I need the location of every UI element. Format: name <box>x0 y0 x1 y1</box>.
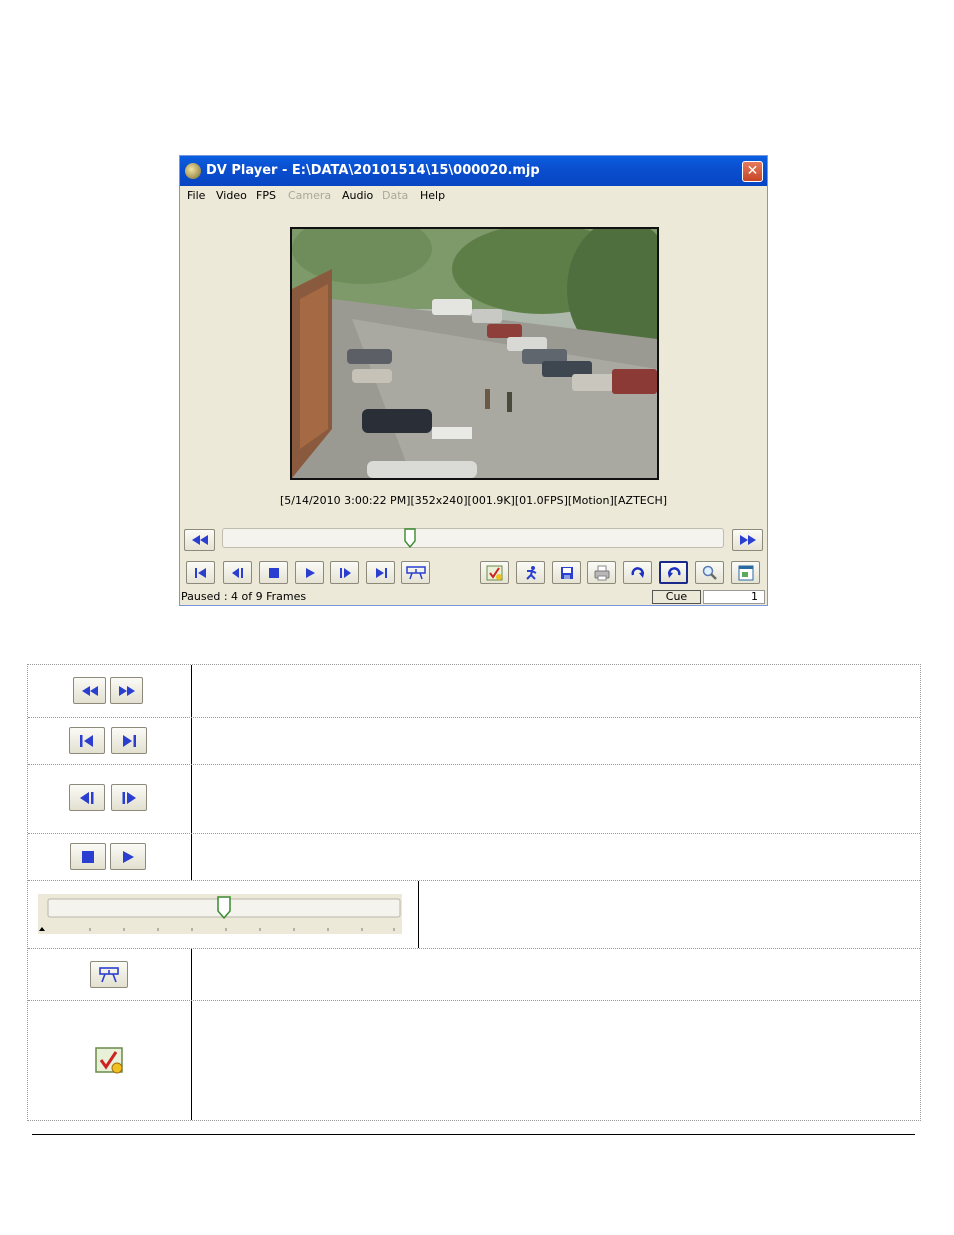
camera-select-icon <box>405 565 426 579</box>
fast-forward-icon <box>118 685 135 696</box>
step-forward-button[interactable] <box>330 561 359 584</box>
checklist-icon <box>95 1047 123 1074</box>
window-title: DV Player - E:\DATA\20101514\15\000020.m… <box>206 163 540 178</box>
slider-cell <box>28 881 419 948</box>
step-forward-icon <box>122 791 136 804</box>
table-row <box>28 948 920 1000</box>
rotate-clockwise-button[interactable] <box>623 561 652 584</box>
close-button[interactable]: ✕ <box>742 161 763 182</box>
last-frame-button <box>111 727 147 754</box>
cue-button[interactable]: Cue <box>652 590 701 604</box>
bottom-rule <box>32 1134 915 1135</box>
table-row <box>28 665 920 717</box>
menu-bar: File Video FPS Camera Audio Data Help <box>180 186 767 206</box>
fit-window-icon <box>738 565 753 580</box>
rotate-clockwise-icon <box>631 566 644 578</box>
rewind-button[interactable] <box>184 529 215 551</box>
seek-slider-illustration <box>38 894 402 934</box>
running-man-button[interactable] <box>516 561 545 584</box>
rotate-counterclockwise-icon <box>667 566 680 578</box>
first-frame-button <box>69 727 105 754</box>
step-back-button <box>69 784 105 811</box>
video-frame <box>290 227 659 480</box>
first-frame-button[interactable] <box>186 561 215 584</box>
camera-select-button <box>90 961 128 988</box>
rewind-icon <box>191 535 208 545</box>
rotate-counterclockwise-button[interactable] <box>659 561 688 584</box>
seek-thumb[interactable] <box>404 528 416 548</box>
step-forward-icon <box>339 567 351 578</box>
icon-cell <box>28 834 192 880</box>
last-frame-icon <box>123 734 136 747</box>
icon-cell <box>28 1001 192 1120</box>
save-button[interactable] <box>552 561 581 584</box>
camera-select-button[interactable] <box>401 561 430 584</box>
camera-select-icon <box>99 966 119 982</box>
status-bar: Paused : 4 of 9 Frames Cue 1 <box>180 589 767 605</box>
rewind-button <box>73 677 106 704</box>
fast-forward-button <box>110 677 143 704</box>
rewind-icon <box>81 685 98 696</box>
first-frame-icon <box>80 734 93 747</box>
menu-camera: Camera <box>288 189 332 202</box>
last-frame-button[interactable] <box>366 561 395 584</box>
status-text: Paused : 4 of 9 Frames <box>181 590 307 603</box>
cue-field[interactable]: 1 <box>703 590 765 604</box>
zoom-icon <box>702 565 717 580</box>
fast-forward-button[interactable] <box>732 529 763 551</box>
step-back-icon <box>80 791 94 804</box>
stop-button[interactable] <box>259 561 288 584</box>
last-frame-icon <box>375 567 387 578</box>
app-icon <box>185 163 201 179</box>
stop-button <box>70 843 106 870</box>
checklist-button <box>95 1047 125 1075</box>
menu-video[interactable]: Video <box>216 189 247 202</box>
menu-data: Data <box>382 189 409 202</box>
checklist-button[interactable] <box>480 561 509 584</box>
checklist-icon <box>486 565 502 580</box>
icon-cell <box>28 718 192 764</box>
table-row <box>28 1000 920 1120</box>
stop-icon <box>82 850 94 863</box>
stop-icon <box>268 567 279 578</box>
fit-window-button[interactable] <box>731 561 760 584</box>
zoom-button[interactable] <box>695 561 724 584</box>
fast-forward-icon <box>739 535 756 545</box>
play-icon <box>305 567 315 578</box>
step-forward-button <box>111 784 147 811</box>
menu-audio[interactable]: Audio <box>342 189 373 202</box>
step-back-icon <box>231 567 243 578</box>
icon-cell <box>28 665 192 717</box>
table-row <box>28 833 920 880</box>
play-button <box>110 843 146 870</box>
menu-fps[interactable]: FPS <box>256 189 276 202</box>
video-image <box>292 229 657 478</box>
seek-slider[interactable] <box>222 528 724 548</box>
play-button[interactable] <box>295 561 324 584</box>
icon-cell <box>28 765 192 833</box>
dv-player-window: DV Player - E:\DATA\20101514\15\000020.m… <box>179 155 768 606</box>
icon-cell <box>28 949 192 1000</box>
title-bar[interactable]: DV Player - E:\DATA\20101514\15\000020.m… <box>180 156 767 186</box>
running-man-icon <box>525 565 536 580</box>
step-back-button[interactable] <box>223 561 252 584</box>
print-icon <box>594 565 609 580</box>
menu-file[interactable]: File <box>187 189 205 202</box>
table-row <box>28 764 920 833</box>
print-button[interactable] <box>587 561 616 584</box>
save-icon <box>560 566 573 579</box>
play-icon <box>123 850 134 863</box>
table-row <box>28 880 920 948</box>
video-info-line: [5/14/2010 3:00:22 PM][352x240][001.9K][… <box>279 494 668 507</box>
first-frame-icon <box>194 567 206 578</box>
table-row <box>28 717 920 764</box>
menu-help[interactable]: Help <box>420 189 445 202</box>
reference-table <box>27 664 921 1121</box>
